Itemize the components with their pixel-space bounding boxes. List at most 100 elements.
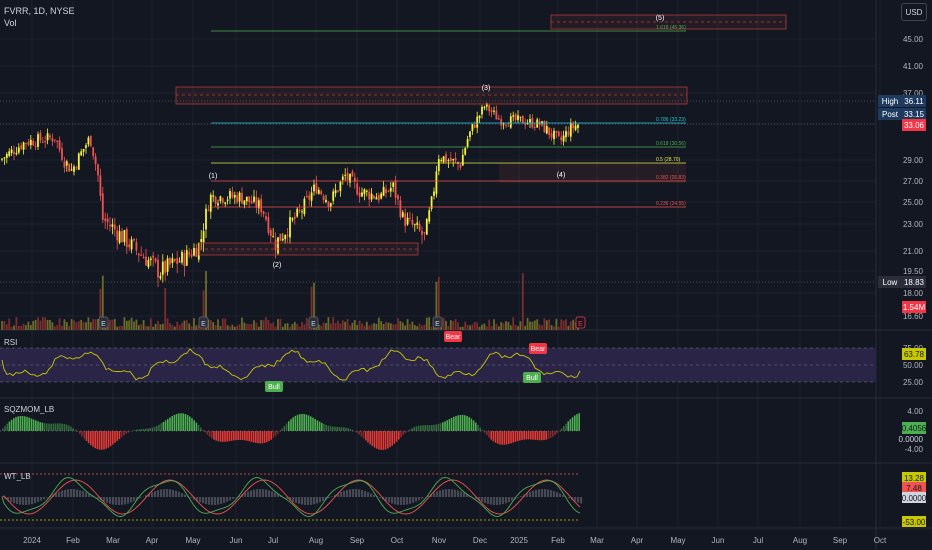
time-axis-label: Jun [712, 536, 725, 545]
volume-bar [349, 325, 351, 330]
sqz-tick-label: 4.00 [907, 407, 923, 416]
wt-hist-bar [532, 490, 535, 497]
sqz-bar [426, 425, 429, 431]
volume-bar [533, 320, 536, 330]
sqz-bar [294, 415, 297, 431]
volume-bar [368, 325, 371, 330]
candle-body [248, 196, 251, 202]
wt-hist-bar [463, 492, 466, 497]
wt-hist-bar [301, 497, 304, 505]
volume-bar [413, 325, 416, 330]
candle-body [308, 195, 311, 200]
candle-body [565, 130, 567, 138]
sqz-bar [567, 421, 569, 431]
candle-body [152, 255, 155, 258]
candle-body [149, 258, 152, 261]
volume-bar [142, 320, 145, 330]
wt-hist-bar [439, 490, 442, 497]
sqz-bar [197, 425, 200, 431]
volume-bar [159, 324, 162, 330]
sqz-bar [435, 424, 437, 431]
volume-bar [538, 324, 541, 330]
sqz-bar [81, 431, 83, 437]
volume-bar [483, 323, 486, 330]
volume-bar [495, 323, 498, 330]
volume-bar [209, 320, 212, 330]
candle-body [27, 141, 30, 145]
volume-bar [481, 324, 483, 330]
candle-body [478, 115, 481, 119]
sqz-bar [360, 431, 363, 437]
candle-body [49, 135, 51, 138]
chart-canvas[interactable]: 45.0041.0037.0033.0029.0027.0025.0023.00… [0, 0, 932, 550]
sqz-bar [6, 423, 8, 431]
sqz-bar [453, 416, 455, 431]
sqz-bar [61, 423, 63, 431]
sqz-bar [206, 431, 209, 435]
volume-bar [221, 318, 224, 330]
candle-body [473, 125, 476, 128]
candle-body [1, 158, 3, 160]
volume-bar [497, 326, 500, 330]
candle-body [512, 115, 515, 117]
sqz-bar [92, 431, 94, 447]
sqz-bar [558, 430, 561, 432]
earnings-marker-text: E [311, 321, 316, 328]
candle-body [449, 157, 452, 162]
sqz-bar [541, 431, 543, 441]
wt-hist-bar [307, 497, 310, 505]
sqz-bar [395, 431, 398, 442]
candle-body [399, 200, 402, 218]
wt-hist-bar [217, 497, 220, 505]
volume-bar [301, 321, 303, 330]
candle-body [553, 130, 555, 140]
volume-bar [171, 325, 174, 330]
currency-button[interactable]: USD [901, 3, 927, 21]
wt-hist-bar [46, 497, 49, 498]
sqz-bar [510, 431, 512, 444]
volume-bar [502, 323, 505, 330]
sqz-bar [149, 428, 151, 431]
wt-hist-bar [64, 489, 67, 497]
volume-bar [373, 323, 375, 330]
volume-bar [157, 321, 159, 330]
volume-bar [214, 325, 217, 330]
sqz-bar [347, 428, 349, 431]
volume-bar [233, 326, 236, 330]
volume-bar [250, 324, 253, 330]
wt-hist-bar [118, 497, 121, 505]
volume-bar [469, 325, 471, 330]
sqz-bar [332, 426, 334, 431]
volume-bar [339, 323, 342, 330]
rsi-title: RSI [4, 338, 18, 347]
volume-bar [380, 321, 383, 330]
volume-bar [185, 320, 188, 330]
sqz-bar [261, 431, 264, 444]
candle-body [63, 161, 66, 168]
candle-body [548, 127, 551, 135]
time-axis-label: Apr [146, 536, 159, 545]
candle-body [560, 136, 563, 141]
candle-body [567, 131, 570, 136]
candle-body [176, 258, 179, 265]
sqz-bar [257, 431, 259, 444]
candle-body [207, 209, 210, 211]
candle-body [298, 209, 301, 211]
volume-bar [267, 320, 270, 330]
wt-hist-bar [490, 497, 493, 505]
wt-hist-bar [103, 497, 106, 502]
sqz-bar [215, 431, 217, 441]
candle-body [20, 145, 23, 149]
volume-bar [15, 317, 18, 330]
sqz-bar [169, 417, 171, 431]
candle-body [37, 134, 39, 147]
candle-body [159, 275, 162, 279]
sqz-bar [475, 422, 477, 431]
sqz-bar [365, 431, 367, 441]
volume-bar [241, 317, 243, 330]
candle-body [361, 192, 363, 197]
volume-bar [145, 325, 147, 330]
candle-body [497, 117, 500, 120]
volume-bar [344, 321, 347, 330]
sqz-bar [413, 427, 415, 431]
